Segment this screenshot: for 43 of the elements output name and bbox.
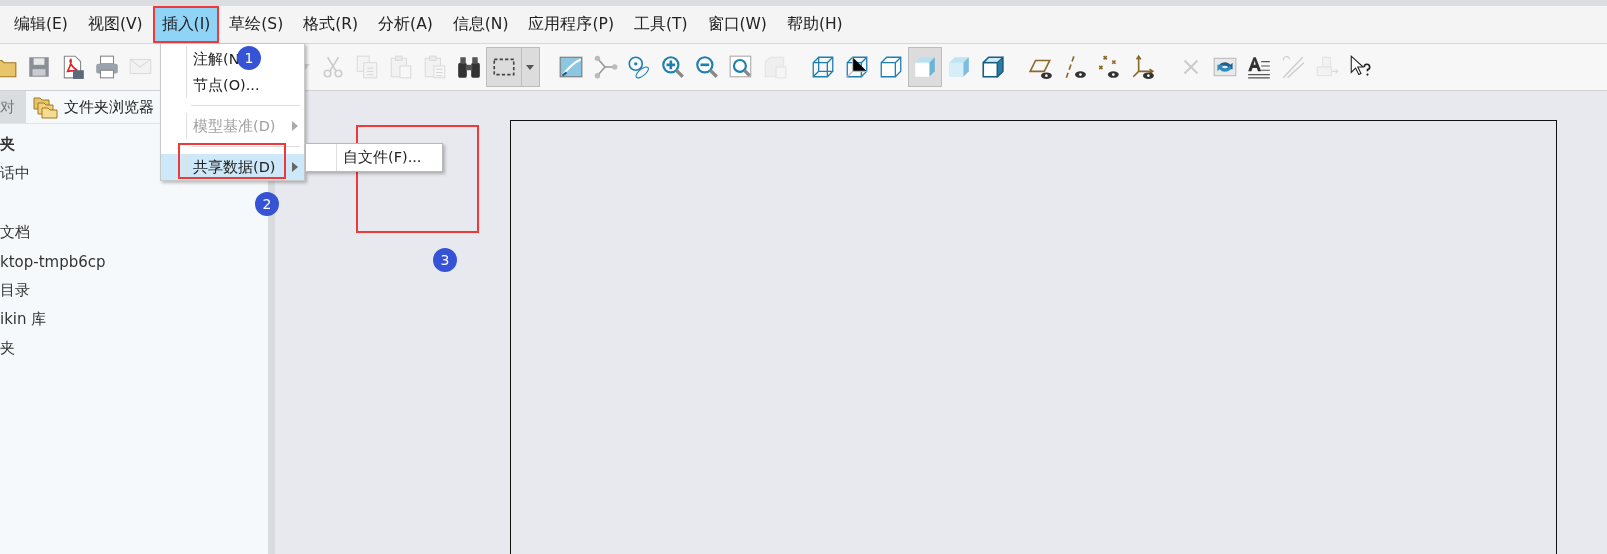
menu-item[interactable]: 窗口(W): [697, 6, 777, 43]
shaded-cube-icon: [946, 54, 972, 80]
tree-item[interactable]: 夹: [0, 334, 268, 363]
menu-item[interactable]: 信息(N): [442, 6, 519, 43]
text-style-icon: [1246, 54, 1272, 80]
menu-item[interactable]: 节点(O)...: [161, 72, 304, 98]
nodes-icon: [592, 54, 618, 80]
sketch-icon: [558, 54, 584, 80]
menu-item[interactable]: 共享数据(D): [161, 154, 304, 180]
menu-item[interactable]: 帮助(H): [776, 6, 853, 43]
save-icon: [26, 54, 52, 80]
zoom-out-icon: [694, 54, 720, 80]
menu-item[interactable]: 分析(A): [368, 6, 443, 43]
wireframe-cube-icon: [810, 54, 836, 80]
cube-icon: [980, 54, 1006, 80]
paste-icon: [422, 54, 448, 80]
menu-item[interactable]: 插入(I): [152, 6, 220, 43]
binoculars-icon: [456, 54, 482, 80]
number-badge: 1: [237, 46, 261, 70]
tree-item[interactable]: ktop-tmpb6cp: [0, 247, 268, 276]
zoom-in-icon: [660, 54, 686, 80]
tree-item[interactable]: 文档: [0, 218, 268, 247]
menu-item[interactable]: 应用程序(P): [518, 6, 624, 43]
menu-item[interactable]: 视图(V): [77, 6, 153, 43]
cube-icon: [878, 54, 904, 80]
hidden-line-cube-icon: [844, 54, 870, 80]
menu-item[interactable]: 自文件(F)...: [306, 144, 442, 171]
menu-item[interactable]: 编辑(E): [4, 6, 78, 43]
menu-item[interactable]: 格式(R): [293, 6, 369, 43]
tree-item[interactable]: ikin 库: [0, 305, 268, 334]
tree-item[interactable]: 目录: [0, 276, 268, 305]
menu-item[interactable]: 草绘(S): [219, 6, 294, 43]
points-eye-icon: [1096, 54, 1122, 80]
shaded-cube-icon: [912, 54, 938, 80]
printer-icon: [94, 54, 120, 80]
orient-icon: [626, 54, 652, 80]
menu-item[interactable]: 工具(T): [623, 6, 698, 43]
slanted-text-icon: [1280, 54, 1306, 80]
paste-icon: [388, 54, 414, 80]
copy-icon: [354, 54, 380, 80]
refit-icon: [728, 54, 754, 80]
coordinate-eye-icon: [1130, 54, 1156, 80]
number-badge: 3: [433, 248, 457, 272]
